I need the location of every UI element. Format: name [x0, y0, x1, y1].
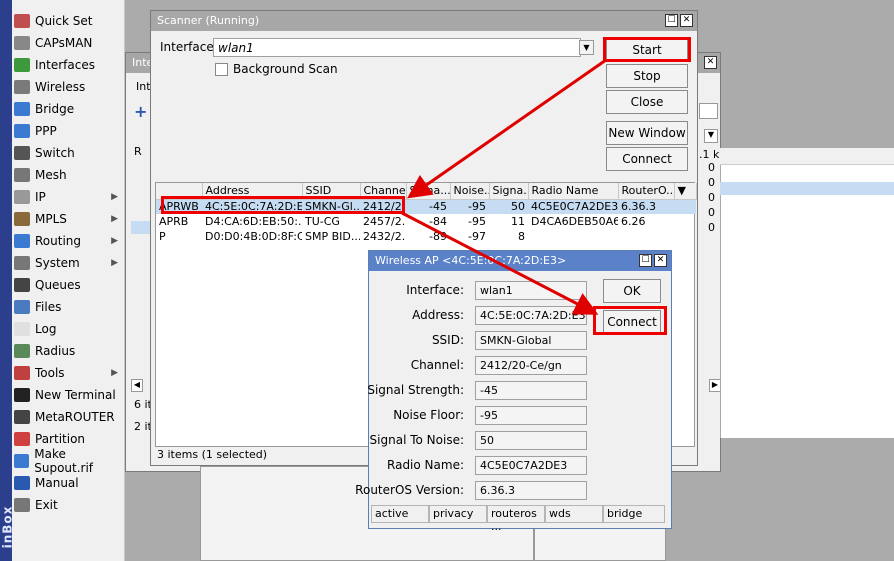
arrow-row-to-connect: [401, 211, 599, 315]
arrow-start-to-row: [407, 58, 607, 199]
annotation-arrows: [401, 58, 607, 315]
